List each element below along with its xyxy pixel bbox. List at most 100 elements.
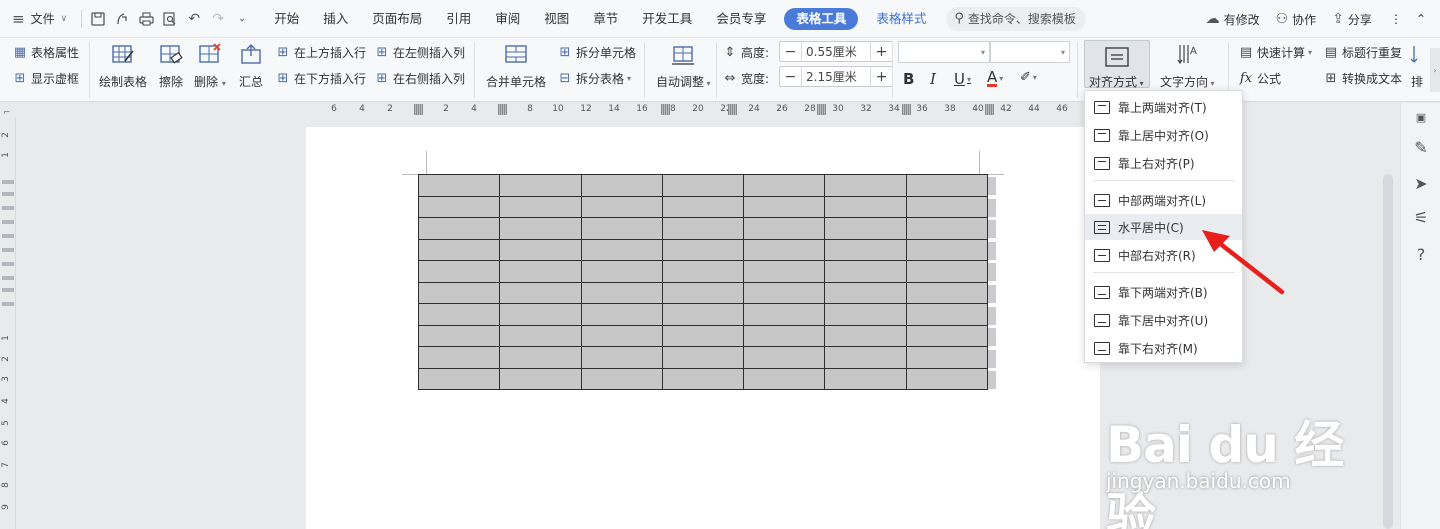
table-cell[interactable] xyxy=(905,195,989,218)
underline-button[interactable]: U ▾ xyxy=(954,70,971,88)
align-middle-justify-item[interactable]: 中部两端对齐(L) xyxy=(1085,187,1242,213)
table-cell[interactable] xyxy=(417,324,501,347)
table-cell[interactable] xyxy=(499,281,582,304)
table-cell[interactable] xyxy=(580,217,663,240)
table-cell[interactable] xyxy=(661,260,745,283)
ruler-column-marker[interactable] xyxy=(902,104,911,115)
summary-button[interactable]: 汇总 xyxy=(238,38,264,90)
width-decrease-button[interactable]: − xyxy=(780,67,801,86)
insert-col-right-button[interactable]: ⊞ 在右侧插入列 xyxy=(374,70,465,87)
tab-table-style[interactable]: 表格样式 xyxy=(864,0,938,38)
highlight-button[interactable]: ✐ ▾ xyxy=(1020,70,1037,85)
customize-quick-access-icon[interactable]: ⌄ xyxy=(230,7,254,31)
document-table[interactable] xyxy=(417,174,989,390)
align-bottom-right-item[interactable]: 靠下右对齐(M) xyxy=(1085,335,1242,361)
align-top-right-item[interactable]: 靠上右对齐(P) xyxy=(1085,150,1242,176)
height-increase-button[interactable]: + xyxy=(871,42,892,61)
ruler-column-marker[interactable] xyxy=(661,104,670,115)
table-cell[interactable] xyxy=(743,217,826,240)
ruler-column-marker[interactable] xyxy=(498,104,507,115)
table-cell[interactable] xyxy=(824,367,907,390)
table-cell[interactable] xyxy=(580,174,663,197)
save-icon[interactable] xyxy=(86,7,110,31)
font-size-select[interactable]: ▾ xyxy=(990,41,1070,63)
auto-fit-button[interactable]: 自动调整 ▾ xyxy=(656,38,711,90)
table-cell[interactable] xyxy=(661,281,745,304)
collapse-ribbon-icon[interactable]: ⌃ xyxy=(1412,12,1440,26)
ribbon-scroll-right[interactable]: › xyxy=(1430,48,1440,92)
table-cell[interactable] xyxy=(499,238,582,261)
title-repeat-button[interactable]: ▤ 标题行重复 xyxy=(1323,44,1402,61)
file-menu-button[interactable]: ≡ 文件 ∨ xyxy=(0,0,77,38)
table-cell[interactable] xyxy=(417,174,501,197)
height-input[interactable]: 0.55厘米 xyxy=(801,42,871,61)
table-cell[interactable] xyxy=(499,303,582,326)
table-cell[interactable] xyxy=(499,217,582,240)
convert-to-text-button[interactable]: ⊞ 转换成文本 xyxy=(1323,70,1402,87)
table-cell[interactable] xyxy=(580,281,663,304)
align-bottom-center-item[interactable]: 靠下居中对齐(U) xyxy=(1085,307,1242,333)
redo-icon[interactable]: ↷ xyxy=(206,7,230,31)
ruler-column-marker[interactable] xyxy=(728,104,737,115)
sidebar-toggle-icon[interactable]: ▣ xyxy=(1411,107,1431,127)
table-cell[interactable] xyxy=(905,367,989,390)
table-cell[interactable] xyxy=(905,324,989,347)
modified-button[interactable]: ☁ 有修改 xyxy=(1198,11,1268,28)
draw-table-button[interactable]: 绘制表格 xyxy=(99,38,147,90)
share-button[interactable]: ⇪ 分享 xyxy=(1324,11,1380,28)
output-pdf-icon[interactable] xyxy=(110,7,134,31)
table-cell[interactable] xyxy=(417,195,501,218)
table-cell[interactable] xyxy=(417,238,501,261)
print-icon[interactable] xyxy=(134,7,158,31)
bold-button[interactable]: B xyxy=(903,70,914,88)
table-cell[interactable] xyxy=(580,195,663,218)
table-cell[interactable] xyxy=(743,324,826,347)
table-cell[interactable] xyxy=(417,346,501,369)
tab-member[interactable]: 会员专享 xyxy=(704,0,778,38)
table-cell[interactable] xyxy=(905,346,989,369)
table-cell[interactable] xyxy=(417,367,501,390)
table-cell[interactable] xyxy=(499,260,582,283)
more-icon[interactable]: ⋮ xyxy=(1380,12,1412,26)
table-cell[interactable] xyxy=(824,346,907,369)
scrollbar-thumb[interactable] xyxy=(1383,174,1393,529)
vertical-ruler[interactable]: 2 1 1 2 3 4 5 6 7 8 9 xyxy=(0,118,16,529)
table-cell[interactable] xyxy=(580,367,663,390)
width-input[interactable]: 2.15厘米 xyxy=(801,67,871,86)
table-cell[interactable] xyxy=(417,260,501,283)
document-page[interactable] xyxy=(306,127,1100,529)
height-stepper[interactable]: − 0.55厘米 + xyxy=(779,41,893,62)
table-cell[interactable] xyxy=(905,260,989,283)
table-cell[interactable] xyxy=(824,303,907,326)
table-cell[interactable] xyxy=(580,303,663,326)
table-cell[interactable] xyxy=(499,324,582,347)
cursor-icon[interactable]: ➤ xyxy=(1411,173,1431,193)
command-search[interactable]: ⚲ 查找命令、搜索模板 xyxy=(946,6,1086,31)
insert-col-left-button[interactable]: ⊞ 在左侧插入列 xyxy=(374,44,465,61)
table-cell[interactable] xyxy=(743,260,826,283)
tab-developer[interactable]: 开发工具 xyxy=(630,0,704,38)
formula-button[interactable]: fx 公式 xyxy=(1238,70,1281,87)
quick-calc-button[interactable]: ▤ 快速计算 ▾ xyxy=(1238,44,1312,61)
merge-cells-button[interactable]: 合并单元格 xyxy=(486,38,546,90)
ruler-column-marker[interactable] xyxy=(985,104,994,115)
table-cell[interactable] xyxy=(743,346,826,369)
tab-review[interactable]: 审阅 xyxy=(483,0,532,38)
ruler-column-marker[interactable] xyxy=(817,104,826,115)
pen-icon[interactable]: ✎ xyxy=(1411,137,1431,157)
table-cell[interactable] xyxy=(580,238,663,261)
table-cell[interactable] xyxy=(905,217,989,240)
table-cell[interactable] xyxy=(580,324,663,347)
text-direction-button[interactable]: A 文字方向 ▾ xyxy=(1160,38,1215,90)
table-cell[interactable] xyxy=(824,174,907,197)
table-cell[interactable] xyxy=(905,303,989,326)
tab-insert[interactable]: 插入 xyxy=(311,0,360,38)
table-cell[interactable] xyxy=(499,195,582,218)
table-cell[interactable] xyxy=(905,238,989,261)
collab-button[interactable]: ⚇ 协作 xyxy=(1268,11,1325,28)
table-cell[interactable] xyxy=(661,303,745,326)
tab-table-tools[interactable]: 表格工具 xyxy=(784,7,859,30)
font-color-button[interactable]: A ▾ xyxy=(987,70,1003,87)
table-cell[interactable] xyxy=(580,346,663,369)
table-cell[interactable] xyxy=(661,324,745,347)
